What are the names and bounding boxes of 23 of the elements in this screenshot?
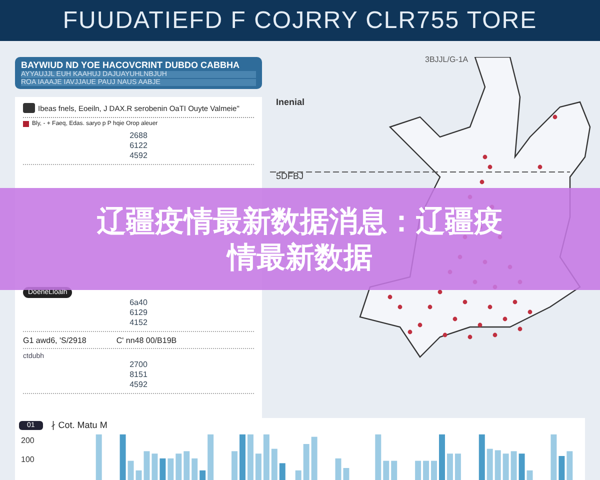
- section-caption: C' nn48 00/B19B: [116, 336, 177, 346]
- chart-title: ∤ Cot. Matu M: [50, 420, 108, 430]
- stat-number: 2700: [130, 360, 148, 370]
- stat-number: 6129: [130, 308, 148, 318]
- map-label: 3BJJL/G-1A: [425, 55, 468, 64]
- stat-number: 4592: [130, 380, 148, 390]
- stat-number: 6a40: [130, 298, 148, 308]
- axis-tick-label: 200: [21, 436, 34, 445]
- banner-text: BAYWIUD ND YOE HACOVCRINT DUBDO CABBHA: [21, 60, 241, 70]
- stat-number: 8151: [130, 370, 148, 380]
- map-legend: Inenial: [276, 97, 305, 108]
- stat-number: 4152: [130, 318, 148, 328]
- section-caption: G1 awd6, 'S/2918: [23, 336, 86, 346]
- square-bullet-icon: [23, 121, 29, 128]
- map-label: 5DFBJ: [276, 171, 304, 182]
- stat-number: 4592: [130, 151, 148, 162]
- stat-number: 6122: [130, 141, 148, 152]
- banner-headline: 辽疆疫情最新数据消息：辽疆疫: [97, 203, 503, 239]
- document-icon: [23, 103, 35, 114]
- stat-number: 2688: [130, 131, 148, 142]
- page-title: FUUDATIEFD F COJRRY CLR755 TORE: [62, 6, 538, 35]
- axis-tick-label: 100: [21, 455, 34, 464]
- banner-headline: 情最新数据: [228, 239, 372, 275]
